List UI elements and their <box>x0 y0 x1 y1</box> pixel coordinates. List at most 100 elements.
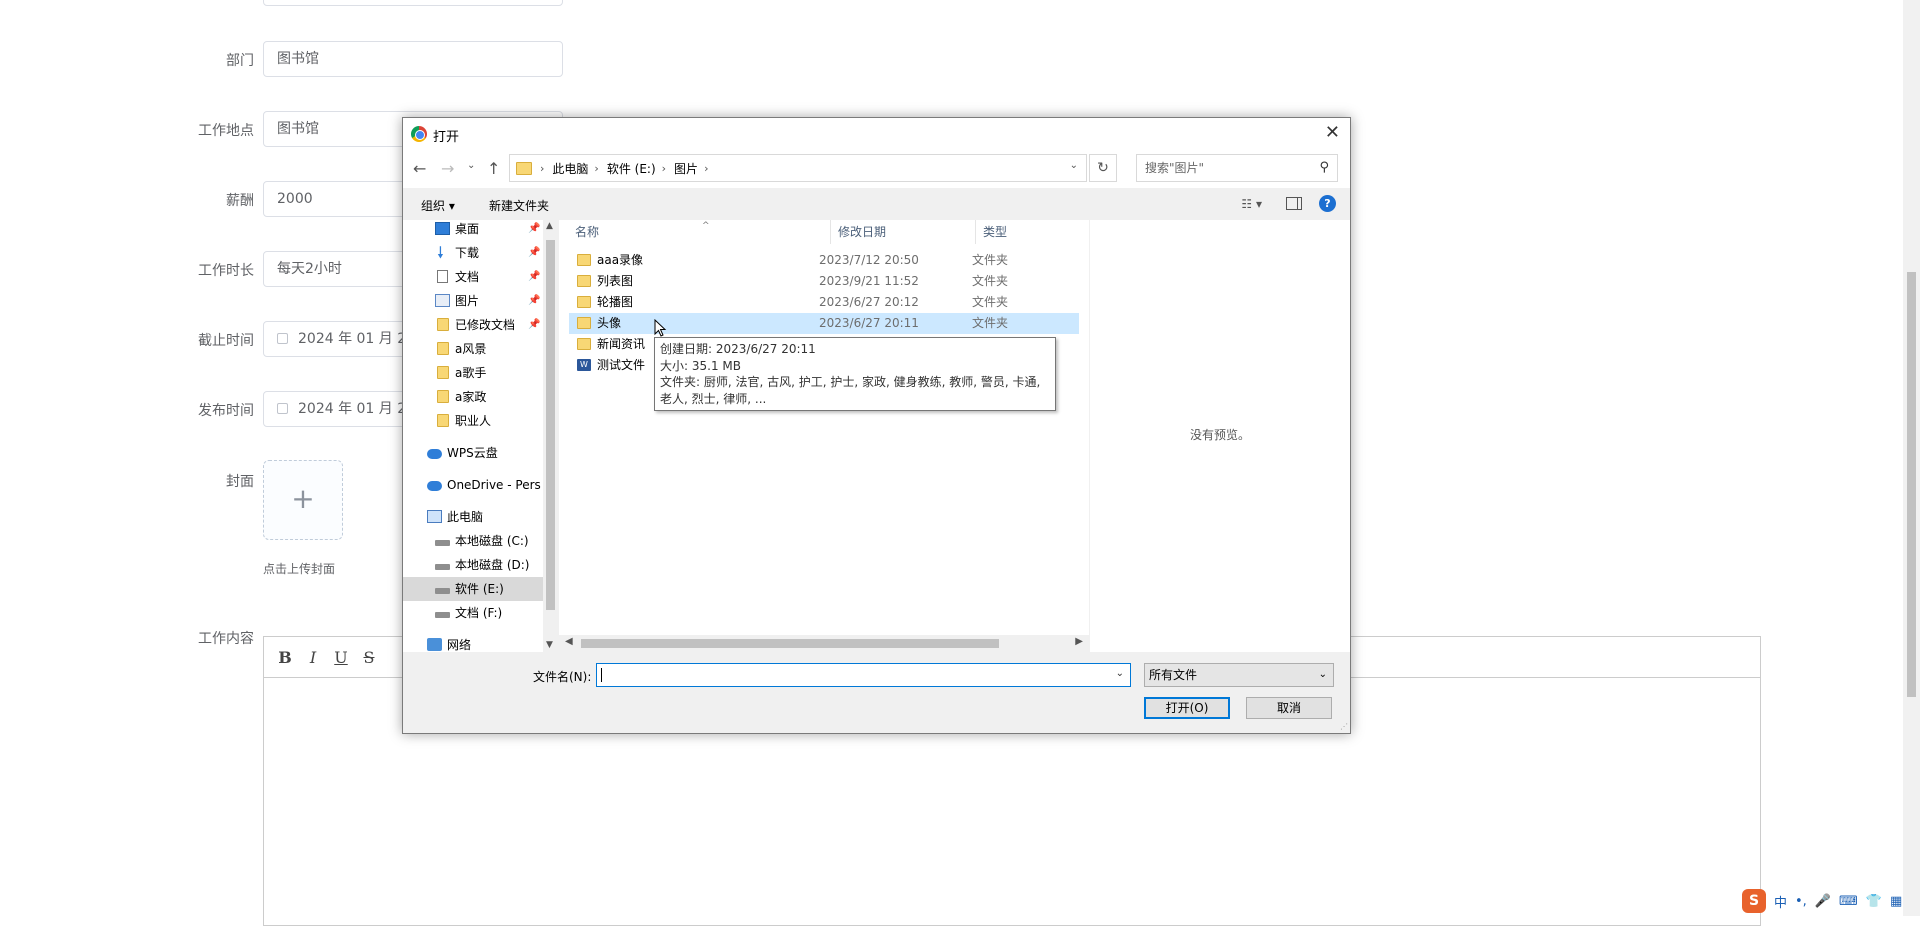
sidebar-item-desktop[interactable]: 桌面 📌 <box>403 220 543 241</box>
pin-icon: 📌 <box>528 319 541 330</box>
sidebar-item-drive-c[interactable]: 本地磁盘 (C:) <box>403 529 543 553</box>
sidebar-item-label: 已修改文档 <box>455 318 516 332</box>
desktop-icon <box>435 222 450 235</box>
sidebar-item-label: 桌面 <box>455 222 480 236</box>
sidebar-item-label: 下载 <box>455 246 480 260</box>
page-scrollbar-thumb[interactable] <box>1907 272 1916 697</box>
preview-pane-icon[interactable] <box>1286 197 1302 210</box>
breadcrumb-this-pc[interactable]: 此电脑 <box>552 160 588 177</box>
dept-input[interactable]: 图书馆 <box>263 41 563 77</box>
column-header-date[interactable]: 修改日期 <box>832 220 976 244</box>
sidebar-item-drive-f[interactable]: 文档 (F:) <box>403 601 543 625</box>
bold-button[interactable]: B <box>278 648 292 667</box>
ime-chinese-mode[interactable]: 中 <box>1774 892 1787 911</box>
sidebar-item-professionals[interactable]: 职业人 <box>403 409 543 433</box>
folder-tooltip: 创建日期: 2023/6/27 20:11 大小: 35.1 MB 文件夹: 厨… <box>654 337 1056 411</box>
open-button[interactable]: 打开(O) <box>1144 697 1230 719</box>
close-icon[interactable]: ✕ <box>1325 122 1340 143</box>
scroll-up-icon[interactable]: ▲ <box>546 221 553 231</box>
sidebar-item-onedrive[interactable]: OneDrive - Pers <box>403 473 543 497</box>
network-icon <box>427 638 442 651</box>
file-row[interactable]: 列表图 2023/9/21 11:52 文件夹 <box>569 271 1079 292</box>
file-row[interactable]: aaa录像 2023/7/12 20:50 文件夹 <box>569 250 1079 271</box>
folder-icon <box>577 317 591 329</box>
view-options-icon[interactable]: ☷ ▾ <box>1241 197 1262 211</box>
microphone-icon[interactable]: 🎤 <box>1815 894 1831 909</box>
preview-pane: 没有预览。 <box>1090 220 1350 652</box>
chevron-down-icon[interactable]: ⌄ <box>1116 668 1124 679</box>
sidebar-item-documents[interactable]: 文档 📌 <box>403 265 543 289</box>
breadcrumb-pictures[interactable]: 图片 <box>674 160 698 177</box>
column-header-name[interactable]: 名称 ^ <box>569 220 831 244</box>
sidebar-item-singers[interactable]: a歌手 <box>403 361 543 385</box>
refresh-icon[interactable]: ↻ <box>1089 154 1117 182</box>
sidebar-item-drive-e[interactable]: 软件 (E:) <box>403 577 543 601</box>
cover-upload-button[interactable]: + <box>263 460 343 540</box>
sidebar-item-label: OneDrive - Pers <box>447 478 541 492</box>
scroll-down-icon[interactable]: ▼ <box>546 640 553 650</box>
calendar-icon <box>277 403 288 414</box>
drive-icon <box>435 564 450 570</box>
search-input[interactable]: 搜索"图片" ⚲ <box>1136 154 1338 182</box>
scroll-left-icon[interactable]: ◀ <box>565 636 573 647</box>
filename-input[interactable]: ⌄ <box>596 663 1131 687</box>
ime-punctuation-icon[interactable]: •, <box>1795 894 1807 909</box>
forward-arrow-icon[interactable]: → <box>441 159 454 178</box>
sogou-logo-icon[interactable]: S <box>1742 889 1766 913</box>
sidebar-item-downloads[interactable]: 🠗 下载 📌 <box>403 241 543 265</box>
toolbox-icon[interactable]: ▦ <box>1890 894 1902 909</box>
column-header-type[interactable]: 类型 <box>977 220 1077 244</box>
sidebar-item-modified-docs[interactable]: 已修改文档 📌 <box>403 313 543 337</box>
file-list-hscrollbar-thumb[interactable] <box>581 639 999 648</box>
skin-icon[interactable]: 👕 <box>1866 894 1882 909</box>
underline-button[interactable]: U <box>334 648 348 667</box>
file-row[interactable]: 轮播图 2023/6/27 20:12 文件夹 <box>569 292 1079 313</box>
sidebar-item-wps-cloud[interactable]: WPS云盘 <box>403 441 543 465</box>
file-name: 轮播图 <box>597 295 634 309</box>
resize-grip-icon[interactable]: ⋰ <box>1340 722 1348 731</box>
navigation-scrollbar[interactable]: ▲ ▼ <box>543 220 558 652</box>
sidebar-item-housekeeping[interactable]: a家政 <box>403 385 543 409</box>
strikethrough-button[interactable]: S <box>362 648 376 667</box>
file-type: 文件夹 <box>972 316 1009 330</box>
keyboard-icon[interactable]: ⌨ <box>1839 894 1858 909</box>
sidebar-item-label: 文档 <box>455 270 480 284</box>
help-icon[interactable]: ? <box>1319 195 1336 212</box>
organize-button[interactable]: 组织 ▾ <box>421 197 455 214</box>
address-bar[interactable]: › 此电脑 › 软件 (E:) › 图片 › ⌄ <box>509 154 1087 182</box>
chevron-right-icon: › <box>540 161 545 175</box>
sidebar-item-scenery[interactable]: a风景 <box>403 337 543 361</box>
location-label: 工作地点 <box>198 123 254 139</box>
sidebar-item-pictures[interactable]: 图片 📌 <box>403 289 543 313</box>
navigation-scrollbar-thumb[interactable] <box>546 240 555 610</box>
up-arrow-icon[interactable]: ↑ <box>487 159 500 178</box>
pin-icon: 📌 <box>528 295 541 306</box>
cancel-button[interactable]: 取消 <box>1246 697 1332 719</box>
sidebar-item-network[interactable]: 网络 <box>403 633 543 652</box>
file-list-hscrollbar[interactable]: ◀ ▶ <box>559 635 1089 652</box>
page-scrollbar[interactable] <box>1903 0 1920 916</box>
plus-icon: + <box>291 482 315 515</box>
recent-locations-icon[interactable]: ⌄ <box>467 160 475 171</box>
no-preview-text: 没有预览。 <box>1189 428 1250 442</box>
italic-button[interactable]: I <box>306 648 320 667</box>
scroll-right-icon[interactable]: ▶ <box>1075 636 1083 647</box>
drive-icon <box>435 540 450 546</box>
new-folder-button[interactable]: 新建文件夹 <box>489 197 549 214</box>
file-type-select[interactable]: 所有文件 ⌄ <box>1144 663 1334 687</box>
deadline-label: 截止时间 <box>198 333 254 349</box>
sidebar-item-label: 本地磁盘 (C:) <box>455 534 529 548</box>
drive-icon <box>435 588 450 594</box>
download-icon: 🠗 <box>437 243 444 262</box>
back-arrow-icon[interactable]: ← <box>413 159 426 178</box>
file-row-hovered[interactable]: 头像 2023/6/27 20:11 文件夹 <box>569 313 1079 334</box>
breadcrumb-drive-e[interactable]: 软件 (E:) <box>607 160 656 177</box>
sidebar-item-drive-d[interactable]: 本地磁盘 (D:) <box>403 553 543 577</box>
sidebar-item-this-pc[interactable]: 此电脑 <box>403 505 543 529</box>
tooltip-created: 创建日期: 2023/6/27 20:11 <box>660 342 816 356</box>
chevron-down-icon[interactable]: ⌄ <box>1070 160 1078 171</box>
folder-icon <box>577 296 591 308</box>
file-type: 文件夹 <box>972 253 1009 267</box>
dialog-title: 打开 <box>433 130 460 145</box>
file-type: 文件夹 <box>972 274 1009 288</box>
